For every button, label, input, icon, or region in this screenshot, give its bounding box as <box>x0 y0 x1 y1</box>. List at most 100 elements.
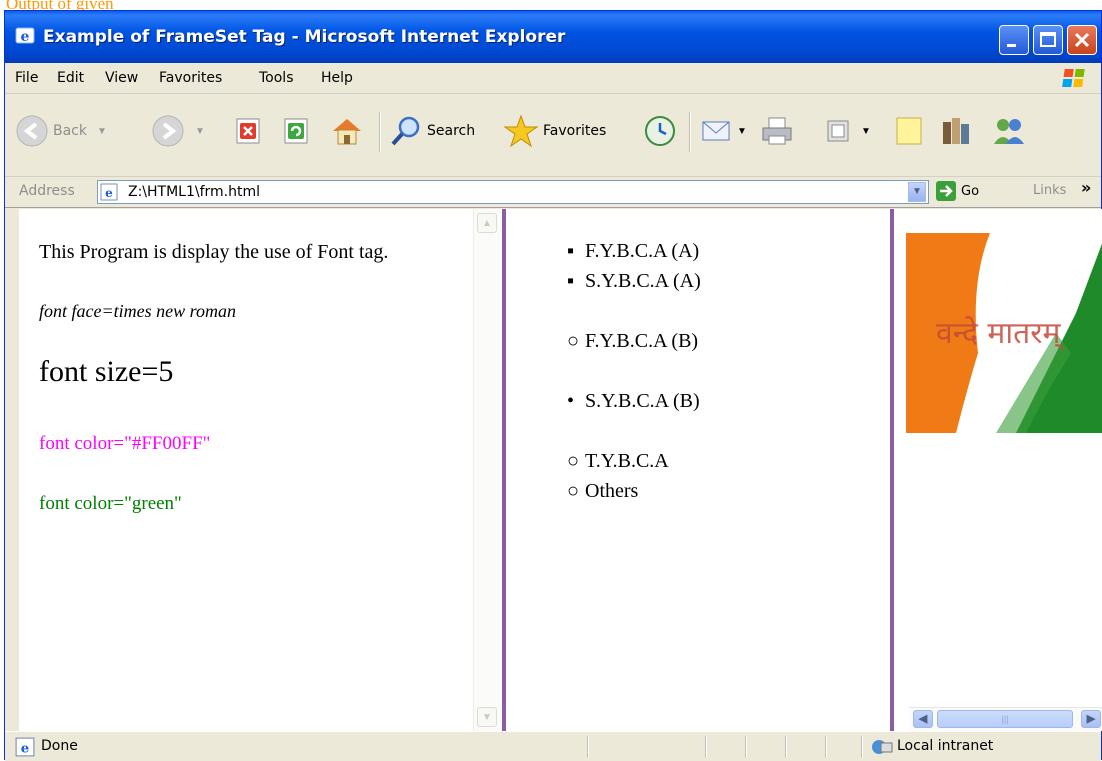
list-item-text: F.Y.B.C.A (A) <box>585 240 700 262</box>
list-item-text: Others <box>585 480 639 502</box>
menu-bar: File Edit View Favorites Tools Help <box>5 63 1101 94</box>
security-zone-label: Local intranet <box>897 738 994 754</box>
toolbar-separator <box>689 112 691 152</box>
page-icon: e <box>100 183 118 201</box>
scroll-up-arrow-icon[interactable]: ▲ <box>477 213 497 233</box>
right-frame: वन्दे मातरम् ◀ ||| ▶ <box>894 209 1102 731</box>
scroll-down-arrow-icon[interactable]: ▼ <box>477 707 497 727</box>
left-frame-vertical-scrollbar[interactable]: ▲ ▼ <box>473 209 501 731</box>
links-chevron-icon[interactable]: » <box>1081 178 1091 197</box>
square-bullet-icon: ▪ <box>567 270 575 292</box>
menu-favorites[interactable]: Favorites <box>159 70 222 86</box>
scroll-left-arrow-icon[interactable]: ◀ <box>913 710 933 728</box>
status-bar: e Done Local intranet <box>5 731 1101 761</box>
menu-help[interactable]: Help <box>321 70 353 86</box>
search-icon <box>391 116 420 146</box>
status-separator <box>705 736 707 758</box>
edit-page-icon <box>827 120 849 142</box>
font-face-sample: font face=times new roman <box>39 301 236 321</box>
favorites-star-icon <box>503 114 539 148</box>
local-intranet-icon <box>872 740 893 754</box>
scroll-right-arrow-icon[interactable]: ▶ <box>1081 710 1101 728</box>
address-dropdown-button[interactable]: ▼ <box>908 182 926 202</box>
close-icon <box>1074 32 1090 48</box>
go-button[interactable]: Go <box>935 180 979 202</box>
maximize-button[interactable] <box>1033 25 1063 55</box>
forward-button[interactable]: ▼ <box>151 114 205 148</box>
mail-icon <box>702 121 730 141</box>
title-bar[interactable]: e Example of FrameSet Tag - Microsoft In… <box>5 11 1101 63</box>
back-arrow-icon <box>16 115 48 147</box>
stop-button[interactable] <box>233 114 263 148</box>
window-title: Example of FrameSet Tag - Microsoft Inte… <box>43 27 566 47</box>
favorites-button[interactable]: Favorites <box>503 114 606 148</box>
research-books-icon <box>943 118 969 144</box>
address-label: Address <box>19 183 75 199</box>
forward-arrow-icon <box>152 115 184 147</box>
status-text: Done <box>41 738 78 754</box>
printer-icon <box>762 117 792 145</box>
forward-dropdown-icon[interactable]: ▼ <box>195 126 205 137</box>
windows-logo-icon <box>1062 69 1085 87</box>
address-bar: Address e Z:\HTML1\frm.html ▼ Go Links » <box>5 177 1101 208</box>
toolbar-separator <box>379 112 381 152</box>
list-item: • S.Y.B.C.A (B) <box>567 390 700 413</box>
circle-bullet-icon: ○ <box>567 450 580 472</box>
font-color-magenta-sample: font color="#FF00FF" <box>39 433 211 454</box>
circle-bullet-icon: ○ <box>567 330 580 352</box>
font-color-green-sample: font color="green" <box>39 493 182 514</box>
svg-text:e: e <box>105 186 113 200</box>
minimize-icon <box>1007 44 1016 47</box>
standard-toolbar: Back ▼ ▼ Search Favorites ▼ ▼ <box>5 94 1101 177</box>
address-url: Z:\HTML1\frm.html <box>128 184 261 200</box>
list-item: ▪ S.Y.B.C.A (A) <box>567 270 701 293</box>
list-item-text: F.Y.B.C.A (B) <box>585 330 699 352</box>
menu-tools[interactable]: Tools <box>259 70 294 86</box>
status-separator <box>861 736 863 758</box>
back-label: Back <box>53 123 87 139</box>
search-label: Search <box>427 123 476 139</box>
history-button[interactable] <box>643 114 677 148</box>
mail-button[interactable]: ▼ <box>699 114 747 148</box>
menu-file[interactable]: File <box>15 70 38 86</box>
minimize-button[interactable] <box>999 25 1029 55</box>
frameset-content: This Program is display the use of Font … <box>19 209 1102 731</box>
scroll-thumb[interactable]: ||| <box>937 710 1073 728</box>
print-button[interactable] <box>759 114 795 148</box>
banner-text: वन्दे मातरम् <box>936 316 1064 351</box>
maximize-icon <box>1040 32 1056 47</box>
mail-dropdown-icon[interactable]: ▼ <box>737 126 747 137</box>
close-button[interactable] <box>1067 25 1097 55</box>
list-item: ○ F.Y.B.C.A (B) <box>567 330 698 353</box>
right-frame-horizontal-scrollbar[interactable]: ◀ ||| ▶ <box>909 707 1102 731</box>
status-separator <box>785 736 787 758</box>
list-item: ○ T.Y.B.C.A <box>567 450 669 473</box>
status-separator <box>745 736 747 758</box>
links-label[interactable]: Links <box>1033 183 1066 198</box>
go-arrow-icon <box>936 181 956 201</box>
search-button[interactable]: Search <box>389 114 475 148</box>
note-icon <box>896 117 922 145</box>
messenger-people-icon <box>994 119 1024 144</box>
list-item-text: S.Y.B.C.A (B) <box>585 390 700 412</box>
history-icon <box>645 116 675 146</box>
messenger-button[interactable] <box>991 114 1027 148</box>
discuss-button[interactable] <box>893 114 925 148</box>
frame-divider-left[interactable] <box>502 209 506 731</box>
left-frame: This Program is display the use of Font … <box>19 209 501 731</box>
back-button[interactable]: Back ▼ <box>15 114 107 148</box>
stop-icon <box>236 118 260 144</box>
research-button[interactable] <box>939 114 973 148</box>
edit-button[interactable]: ▼ <box>823 114 871 148</box>
back-dropdown-icon[interactable]: ▼ <box>97 126 107 137</box>
font-size-sample: font size=5 <box>39 355 174 388</box>
list-item-text: T.Y.B.C.A <box>585 450 669 472</box>
refresh-icon <box>284 118 308 144</box>
menu-view[interactable]: View <box>105 70 138 86</box>
address-input[interactable]: e Z:\HTML1\frm.html ▼ <box>97 180 929 204</box>
menu-edit[interactable]: Edit <box>57 70 84 86</box>
edit-dropdown-icon[interactable]: ▼ <box>861 126 871 137</box>
internet-explorer-icon: e <box>15 27 35 45</box>
refresh-button[interactable] <box>281 114 311 148</box>
home-button[interactable] <box>329 114 365 148</box>
